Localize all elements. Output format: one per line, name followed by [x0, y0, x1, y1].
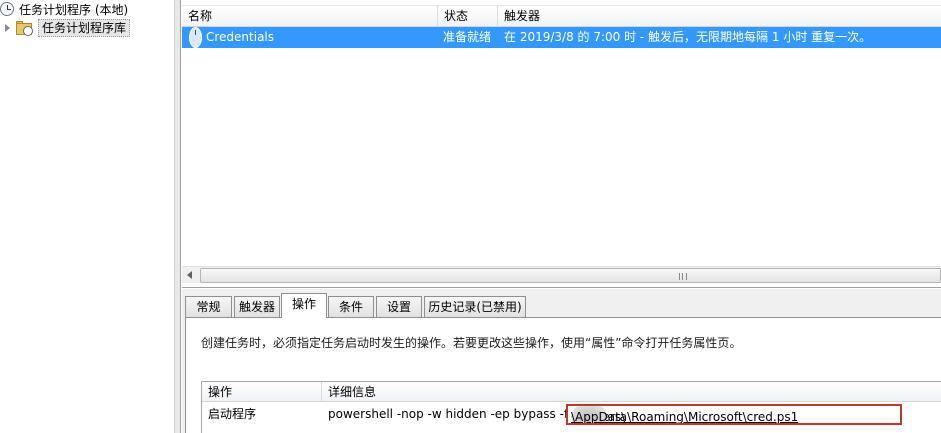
column-header-trigger[interactable]: 触发器	[498, 6, 941, 27]
task-folder-icon	[16, 20, 34, 36]
tab-history[interactable]: 历史记录(已禁用)	[424, 296, 526, 317]
pane-splitter[interactable]	[174, 0, 181, 433]
tree-root-label: 任务计划程序 (本地)	[19, 2, 129, 17]
tab-conditions[interactable]: 条件	[328, 296, 374, 317]
tab-triggers[interactable]: 触发器	[234, 296, 280, 317]
tab-settings[interactable]: 设置	[376, 296, 422, 317]
detail-tabs: 常规 触发器 操作 条件 设置 历史记录(已禁用)	[182, 289, 941, 319]
path-end: \AppData\Roaming\Microsoft\cred.ps1	[571, 410, 799, 424]
task-status: 准备就绪	[443, 30, 492, 44]
task-scheduler-clock-icon	[0, 2, 14, 16]
task-detail-pane: 常规 触发器 操作 条件 设置 历史记录(已禁用) 创建任务时，必须指定任务启动…	[182, 289, 941, 433]
tab-actions[interactable]: 操作	[281, 293, 327, 318]
highlighted-script-path: C:\Users\\AppData\Roaming\Microsoft\cred…	[566, 404, 902, 425]
task-row[interactable]: Credentials 准备就绪 在 2019/3/8 的 7:00 时 - 触…	[182, 27, 941, 48]
horizontal-scrollbar[interactable]	[182, 266, 941, 283]
grip-icon	[679, 273, 687, 280]
column-header-status[interactable]: 状态	[438, 6, 498, 27]
action-type: 启动程序	[208, 407, 257, 421]
action-command: powershell -nop -w hidden -ep bypass -f	[328, 407, 569, 421]
actions-table: 操作 详细信息 启动程序 powershell -nop -w hidden -…	[201, 381, 941, 433]
actions-tab-panel: 创建任务时，必须指定任务启动时发生的操作。若要更改这些操作，使用“属性”命令打开…	[185, 317, 941, 433]
column-header-action[interactable]: 操作	[202, 382, 322, 402]
tree-node-label: 任务计划程序库	[38, 19, 131, 37]
expand-arrow-icon[interactable]	[4, 23, 12, 33]
task-trigger: 在 2019/3/8 的 7:00 时 - 触发后，无限期地每隔 1 小时 重复…	[504, 30, 872, 44]
tree-root-node[interactable]: 任务计划程序 (本地)	[0, 0, 128, 18]
task-list-header: 名称 状态 触发器	[182, 5, 941, 27]
tab-general[interactable]: 常规	[185, 296, 232, 317]
actions-description: 创建任务时，必须指定任务启动时发生的操作。若要更改这些操作，使用“属性”命令打开…	[201, 336, 742, 350]
navigation-tree: 任务计划程序 (本地) 任务计划程序库	[0, 0, 174, 433]
scrollbar-thumb[interactable]	[200, 268, 941, 283]
column-header-details[interactable]: 详细信息	[322, 382, 941, 402]
task-clock-icon	[189, 27, 202, 48]
task-list: 名称 状态 触发器 Credentials 准备就绪 在 2019/3/8 的 …	[182, 0, 941, 288]
table-row[interactable]: 启动程序 powershell -nop -w hidden -ep bypas…	[202, 403, 941, 425]
column-header-name[interactable]: 名称	[182, 6, 438, 27]
tree-node-task-library[interactable]: 任务计划程序库	[4, 19, 131, 37]
scroll-left-arrow-icon[interactable]	[182, 267, 199, 284]
task-name: Credentials	[206, 30, 275, 44]
